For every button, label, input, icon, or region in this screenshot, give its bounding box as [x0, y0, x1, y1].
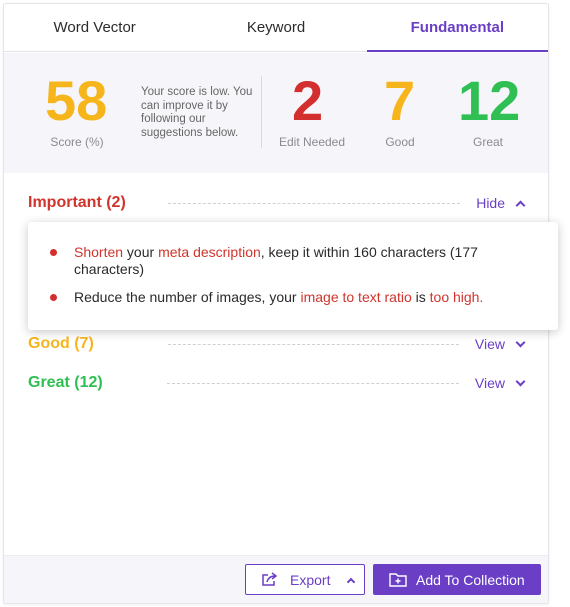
dashed-separator: [166, 382, 459, 384]
view-toggle-good[interactable]: View: [474, 336, 526, 352]
suggestion-highlight: Shorten: [74, 244, 124, 260]
section-great: Great (12) View: [28, 371, 526, 395]
good-value: 7: [384, 69, 416, 132]
score-summary: 58 Score (%) Your score is low. You can …: [4, 53, 548, 173]
export-button[interactable]: Export: [245, 564, 365, 595]
suggestion-highlight: image to text ratio: [300, 289, 412, 305]
suggestion-highlight: meta description: [158, 244, 261, 260]
hide-label: Hide: [476, 195, 505, 211]
tab-bar: Word Vector Keyword Fundamental: [4, 4, 549, 52]
chevron-down-icon: [515, 337, 526, 347]
chevron-up-icon: [515, 200, 526, 210]
suggestion-text: is: [411, 289, 430, 305]
view-toggle-great[interactable]: View: [474, 375, 526, 391]
tab-keyword[interactable]: Keyword: [185, 4, 366, 51]
bullet-icon: [50, 249, 57, 256]
hide-toggle[interactable]: Hide: [476, 195, 526, 211]
tab-fundamental[interactable]: Fundamental: [366, 4, 549, 52]
great-value: 12: [458, 69, 521, 132]
important-suggestions-popup: Shorten your meta description, keep it w…: [28, 222, 558, 330]
suggestion-item: Reduce the number of images, your image …: [74, 289, 534, 306]
share-export-icon: [262, 572, 278, 586]
suggestion-text: Reduce the number of images, your: [74, 289, 301, 305]
score-value: 58: [45, 69, 108, 132]
dashed-separator: [167, 202, 461, 204]
chevron-down-icon: [515, 376, 526, 386]
dashed-separator: [167, 343, 459, 345]
great-label: Great: [472, 135, 503, 149]
folder-plus-icon: [389, 573, 407, 587]
edit-needed-value: 2: [292, 69, 324, 132]
divider: [261, 76, 262, 148]
bullet-icon: [50, 294, 57, 301]
score-note: Your score is low. You can improve it by…: [141, 86, 253, 139]
chevron-up-icon: [347, 577, 356, 586]
section-good-title: Good (7): [28, 335, 94, 352]
suggestion-highlight: too high.: [429, 289, 484, 305]
view-label: View: [474, 375, 505, 391]
good-label: Good: [385, 135, 415, 149]
suggestion-text: your: [123, 244, 159, 260]
add-to-collection-button[interactable]: Add To Collection: [373, 564, 541, 595]
suggestion-item: Shorten your meta description, keep it w…: [74, 244, 514, 278]
footer-bar: Export Add To Collection: [4, 555, 548, 603]
section-important: Important (2) Hide: [28, 191, 526, 215]
section-important-title: Important (2): [28, 194, 126, 211]
tab-word-vector[interactable]: Word Vector: [4, 4, 185, 51]
add-to-collection-label: Add To Collection: [416, 571, 525, 588]
section-great-title: Great (12): [28, 374, 103, 391]
export-label: Export: [290, 571, 331, 588]
view-label: View: [474, 336, 505, 352]
score-label: Score (%): [50, 135, 104, 149]
edit-needed-label: Edit Needed: [278, 135, 346, 149]
section-good: Good (7) View: [28, 332, 526, 356]
